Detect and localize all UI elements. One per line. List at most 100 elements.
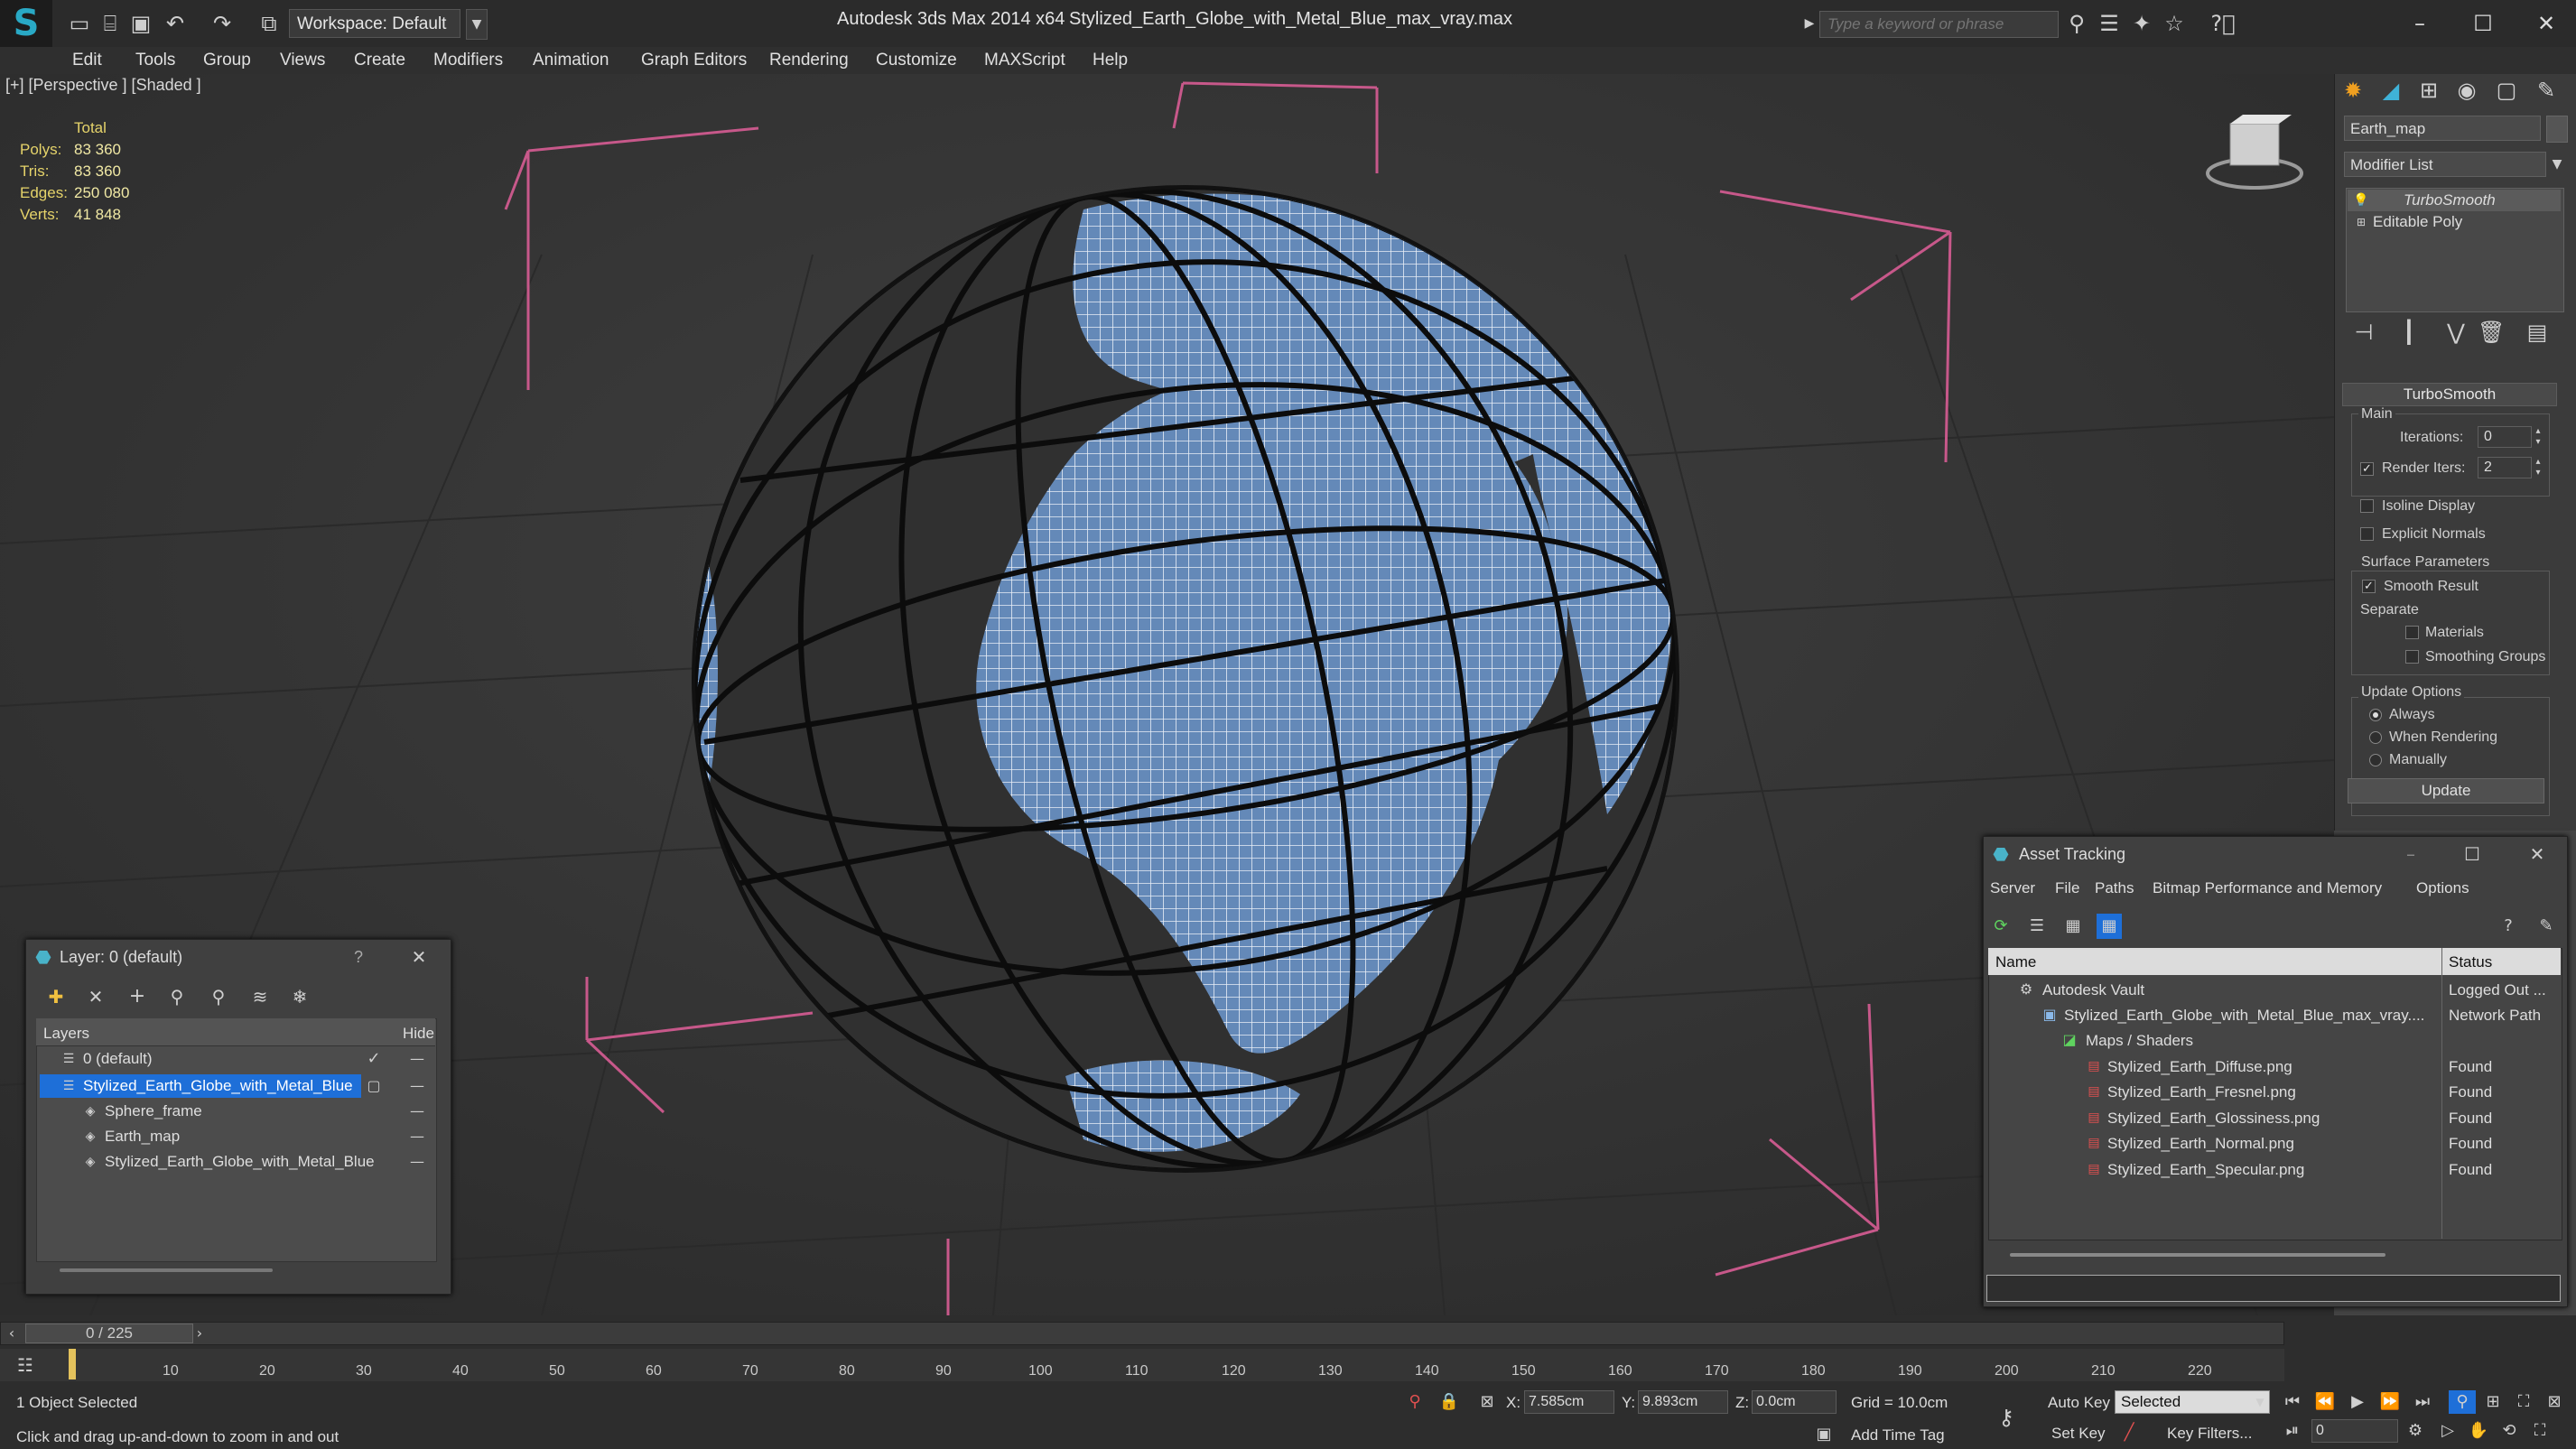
project-folder-icon[interactable]: ⧉	[256, 11, 282, 36]
select-objects-in-layer-icon[interactable]: ⚲	[164, 984, 190, 1009]
create-layer-icon[interactable]: ✚	[43, 984, 69, 1009]
save-icon[interactable]: ▣	[128, 11, 153, 36]
asset-path-field[interactable]	[1986, 1275, 2561, 1302]
maximize-viewport-icon[interactable]: ⛶	[2526, 1419, 2553, 1443]
object-color-swatch[interactable]	[2546, 116, 2568, 143]
asset-minimize-icon[interactable]: –	[2398, 841, 2423, 867]
time-config-icon[interactable]: ⚙	[2402, 1419, 2429, 1443]
field-of-view-icon[interactable]: ▷	[2434, 1419, 2461, 1443]
delete-layer-icon[interactable]: ✕	[83, 984, 108, 1009]
hide-toggle-icon[interactable]: —	[406, 1100, 428, 1123]
col-status-header[interactable]: Status	[2449, 953, 2492, 971]
goto-end-icon[interactable]: ⏭	[2409, 1390, 2436, 1414]
modifier-list-arrow-icon[interactable]: ▼	[2546, 152, 2568, 177]
add-to-layer-icon[interactable]: +	[125, 984, 150, 1009]
selection-lock-icon[interactable]: 🔒	[1436, 1390, 1463, 1414]
zoom-extents-all-icon[interactable]: ⊠	[2541, 1390, 2568, 1414]
utilities-tab-icon[interactable]: ✎	[2534, 78, 2559, 103]
list-view-icon[interactable]: ☰	[2024, 914, 2050, 939]
col-layers-header[interactable]: Layers	[43, 1025, 89, 1043]
layer-row[interactable]: Stylized_Earth_Globe_with_Metal_Blue	[83, 1077, 353, 1095]
asset-row[interactable]: Stylized_Earth_Specular.png	[2107, 1161, 2304, 1179]
iterations-spinner[interactable]: 0	[2478, 426, 2532, 448]
time-slider-thumb[interactable]: 0 / 225	[25, 1324, 193, 1343]
workspace-dropdown-arrow-icon[interactable]: ▼	[466, 9, 488, 40]
zoom-icon[interactable]: ⚲	[2449, 1390, 2476, 1414]
minimize-icon[interactable]: –	[2402, 5, 2438, 42]
time-slider-next-icon[interactable]: ›	[190, 1322, 209, 1345]
zoom-extents-icon[interactable]: ⛶	[2510, 1390, 2537, 1414]
when-rendering-radio[interactable]	[2369, 731, 2382, 744]
asset-maximize-icon[interactable]: ☐	[2460, 841, 2485, 867]
create-tab-icon[interactable]: ✹	[2340, 78, 2366, 103]
hide-toggle-icon[interactable]: —	[406, 1125, 428, 1148]
menu-rendering[interactable]: Rendering	[769, 47, 849, 74]
smoothing-groups-checkbox[interactable]	[2405, 650, 2419, 664]
modifier-list-dropdown[interactable]: Modifier List	[2344, 152, 2546, 177]
iterations-spin-arrows-icon[interactable]: ▴ ▾	[2532, 426, 2544, 448]
menu-edit[interactable]: Edit	[72, 47, 102, 74]
menu-customize[interactable]: Customize	[876, 47, 957, 74]
asset-menu-options[interactable]: Options	[2416, 879, 2469, 897]
layer-dialog-help-icon[interactable]: ?	[354, 948, 363, 967]
layer-dialog-close-icon[interactable]: ✕	[406, 944, 432, 970]
asset-list-hscrollbar[interactable]	[2010, 1253, 2385, 1257]
set-key-mode-icon[interactable]: ⚷	[1994, 1405, 2019, 1430]
turbosmooth-rollout-header[interactable]: TurboSmooth	[2342, 383, 2557, 406]
refresh-icon[interactable]: ⟳	[1988, 914, 2013, 939]
open-file-icon[interactable]: ⌸	[98, 11, 123, 36]
favorites-star-icon[interactable]: ☆	[2162, 11, 2187, 36]
isoline-display-checkbox[interactable]	[2360, 499, 2374, 513]
menu-tools[interactable]: Tools	[135, 47, 175, 74]
layer-row[interactable]: Earth_map	[105, 1128, 180, 1146]
render-iters-spin-arrows-icon[interactable]: ▴ ▾	[2532, 457, 2544, 478]
selection-set-arrow-icon[interactable]: ▼	[2246, 1390, 2274, 1414]
menu-create[interactable]: Create	[354, 47, 405, 74]
smooth-result-checkbox[interactable]: ✓	[2362, 580, 2376, 593]
binoculars-icon[interactable]: ⚲	[2064, 11, 2089, 36]
asset-menu-server[interactable]: Server	[1990, 879, 2035, 897]
asset-row[interactable]: Stylized_Earth_Fresnel.png	[2107, 1083, 2296, 1101]
stack-item-editable-poly[interactable]: Editable Poly	[2373, 213, 2462, 231]
menu-group[interactable]: Group	[203, 47, 251, 74]
asset-help-icon[interactable]: ?	[2496, 914, 2521, 939]
time-slider-prev-icon[interactable]: ‹	[2, 1322, 22, 1345]
asset-row[interactable]: Stylized_Earth_Diffuse.png	[2107, 1058, 2292, 1076]
bulb-icon[interactable]: 💡	[2353, 190, 2369, 211]
help-icon[interactable]: ?⃝	[2210, 11, 2236, 36]
asset-row[interactable]: Stylized_Earth_Normal.png	[2107, 1135, 2294, 1153]
asset-row[interactable]: Stylized_Earth_Glossiness.png	[2107, 1110, 2320, 1128]
remove-modifier-icon[interactable]: 🗑	[2478, 320, 2505, 345]
asset-row[interactable]: Stylized_Earth_Globe_with_Metal_Blue_max…	[2064, 1007, 2424, 1025]
object-name-field[interactable]: Earth_map	[2344, 116, 2541, 141]
col-name-header[interactable]: Name	[1995, 953, 2036, 971]
current-frame-field[interactable]: 0	[2311, 1419, 2398, 1443]
configure-sets-icon[interactable]: ▤	[2525, 320, 2550, 345]
menu-graph-editors[interactable]: Graph Editors	[641, 47, 747, 74]
layer-row[interactable]: Sphere_frame	[105, 1102, 202, 1120]
new-file-icon[interactable]: ▭	[67, 11, 92, 36]
stack-item-turbosmooth[interactable]: TurboSmooth	[2404, 191, 2496, 209]
hide-toggle-icon[interactable]: —	[406, 1074, 428, 1098]
zoom-all-icon[interactable]: ⊞	[2479, 1390, 2506, 1414]
pan-icon[interactable]: ✋	[2465, 1419, 2492, 1443]
z-coordinate-field[interactable]: 0.0cm	[1752, 1390, 1837, 1414]
materials-checkbox[interactable]	[2405, 626, 2419, 639]
time-tag-icon[interactable]: ▣	[1811, 1423, 1837, 1446]
search-input[interactable]	[1819, 11, 2059, 38]
explicit-normals-checkbox[interactable]	[2360, 527, 2374, 541]
current-layer-check-icon[interactable]: ✓	[363, 1047, 385, 1071]
next-frame-icon[interactable]: ⏩	[2376, 1390, 2404, 1414]
layer-list-hscrollbar[interactable]	[60, 1268, 273, 1272]
layer-row[interactable]: Stylized_Earth_Globe_with_Metal_Blue	[105, 1153, 375, 1171]
absolute-mode-icon[interactable]: ⊠	[1474, 1390, 1501, 1414]
render-iters-spinner[interactable]: 2	[2478, 457, 2532, 478]
maximize-icon[interactable]: ☐	[2465, 5, 2501, 42]
prev-frame-icon[interactable]: ⏪	[2311, 1390, 2339, 1414]
app-logo-icon[interactable]: S	[0, 0, 52, 47]
asset-row[interactable]: Autodesk Vault	[2042, 981, 2144, 999]
thumbnail-view-icon[interactable]: ▦	[2060, 914, 2086, 939]
menu-help[interactable]: Help	[1093, 47, 1128, 74]
render-iters-checkbox[interactable]: ✓	[2360, 462, 2374, 476]
motion-tab-icon[interactable]: ◉	[2454, 78, 2479, 103]
